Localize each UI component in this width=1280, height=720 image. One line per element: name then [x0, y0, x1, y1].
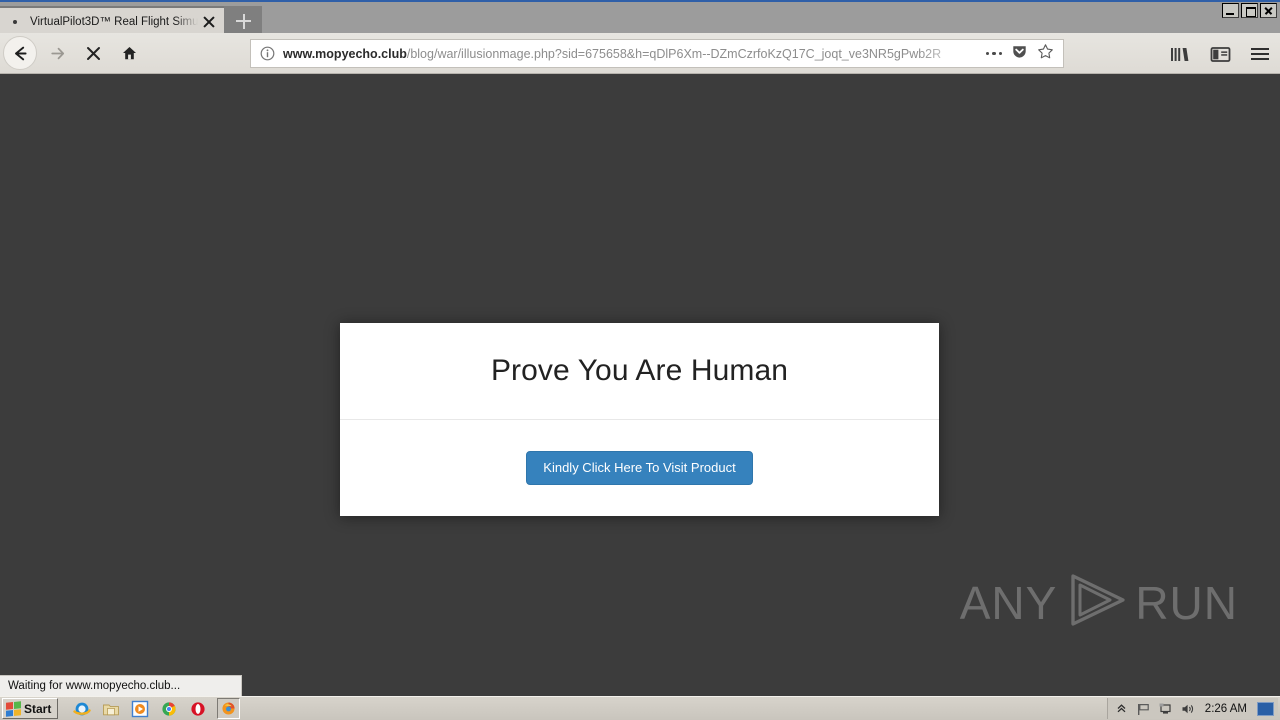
restore-button[interactable]: [1241, 3, 1258, 18]
forward-button: [41, 37, 73, 69]
internet-explorer-icon[interactable]: [72, 699, 91, 718]
tab-strip: VirtualPilot3D™ Real Flight Simulat: [0, 4, 262, 35]
hamburger-menu-icon[interactable]: [1248, 42, 1272, 66]
visit-product-button[interactable]: Kindly Click Here To Visit Product: [526, 450, 753, 485]
star-icon[interactable]: [1037, 43, 1054, 65]
new-tab-button[interactable]: [224, 6, 262, 35]
opera-icon[interactable]: [188, 699, 207, 718]
play-triangle-icon: [1063, 571, 1129, 634]
firefox-icon[interactable]: [217, 698, 241, 719]
pocket-shield-icon[interactable]: [1011, 43, 1028, 65]
prove-human-dialog: Prove You Are Human Kindly Click Here To…: [340, 323, 939, 516]
close-button[interactable]: [1260, 3, 1277, 18]
volume-icon[interactable]: [1180, 701, 1195, 716]
url-host: www.mopyecho.club: [283, 46, 407, 61]
info-circle-icon[interactable]: [260, 46, 275, 61]
media-player-icon[interactable]: [130, 699, 149, 718]
library-icon[interactable]: [1168, 42, 1192, 66]
window-controls: [1222, 3, 1277, 18]
address-bar[interactable]: www.mopyecho.club/blog/war/illusionmage.…: [250, 39, 1064, 68]
browser-window: VirtualPilot3D™ Real Flight Simulat www.…: [0, 0, 1280, 720]
taskbar-clock[interactable]: 2:26 AM: [1205, 703, 1247, 715]
watermark-text-any: ANY: [959, 576, 1058, 629]
file-explorer-icon[interactable]: [101, 699, 120, 718]
stop-button[interactable]: [77, 37, 109, 69]
windows-logo-icon: [6, 700, 21, 717]
arrow-left-icon: [14, 46, 27, 60]
watermark-text-run: RUN: [1135, 576, 1238, 629]
show-desktop-icon[interactable]: [1257, 701, 1274, 716]
tab-title: VirtualPilot3D™ Real Flight Simulat: [30, 15, 198, 28]
system-tray: 2:26 AM: [1106, 698, 1278, 719]
quick-launch-bar: [72, 698, 241, 719]
chevron-up-icon[interactable]: [1114, 701, 1129, 716]
sidebar-icon[interactable]: [1208, 42, 1232, 66]
address-bar-actions: [980, 43, 1064, 65]
flag-icon[interactable]: [1136, 701, 1151, 716]
url-text[interactable]: www.mopyecho.club/blog/war/illusionmage.…: [283, 47, 980, 61]
ellipsis-icon[interactable]: [985, 51, 1002, 56]
start-button-label: Start: [24, 701, 52, 716]
home-icon: [122, 46, 136, 59]
chrome-icon[interactable]: [159, 699, 178, 718]
home-button[interactable]: [113, 37, 145, 69]
taskbar: Start 2:26 AM: [0, 696, 1280, 720]
tab-favicon-icon: [8, 15, 22, 29]
close-x-icon: [86, 46, 100, 60]
arrow-right-icon: [50, 47, 64, 59]
toolbar-right-icons: [1168, 39, 1272, 69]
network-icon[interactable]: [1158, 701, 1173, 716]
browser-tab[interactable]: VirtualPilot3D™ Real Flight Simulat: [0, 6, 224, 35]
status-bar-text: Waiting for www.mopyecho.club...: [8, 680, 181, 692]
status-bar: Waiting for www.mopyecho.club...: [0, 675, 242, 696]
dialog-header: Prove You Are Human: [340, 323, 939, 420]
title-bar: VirtualPilot3D™ Real Flight Simulat: [0, 0, 1280, 35]
minimize-button[interactable]: [1222, 3, 1239, 18]
anyrun-watermark: ANY RUN: [960, 571, 1238, 634]
dialog-heading: Prove You Are Human: [490, 354, 789, 387]
dialog-body: Kindly Click Here To Visit Product: [340, 420, 939, 515]
page-viewport: Prove You Are Human Kindly Click Here To…: [0, 75, 1280, 672]
url-path: /blog/war/illusionmage.php?sid=675658&h=…: [406, 46, 942, 61]
start-button[interactable]: Start: [2, 698, 59, 719]
back-button[interactable]: [3, 36, 37, 70]
tab-close-icon[interactable]: [200, 13, 218, 31]
